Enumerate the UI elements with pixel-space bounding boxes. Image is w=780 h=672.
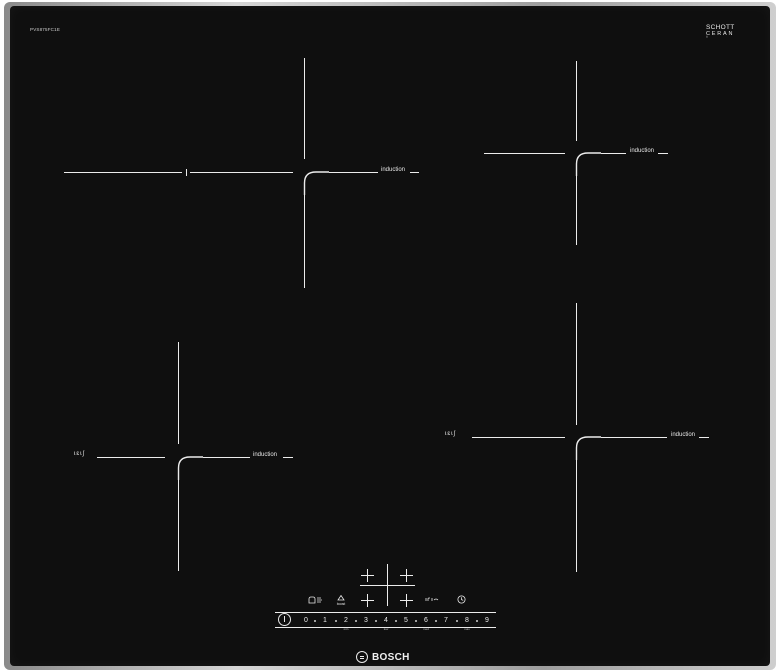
zone4-flex-marker: ɩ ɛ ɩ ʃ xyxy=(445,431,455,437)
slider-dot xyxy=(335,620,337,622)
zone1-vertical-bottom xyxy=(304,195,306,288)
zone4-curve xyxy=(575,436,601,460)
bosch-logo: BOSCH xyxy=(356,651,410,663)
timer-button[interactable] xyxy=(455,595,467,606)
plus-icon-v xyxy=(367,569,369,582)
boost-label: boost xyxy=(336,602,346,606)
plus-icon-v xyxy=(406,569,408,582)
zone4-right-end xyxy=(699,437,709,439)
power-level-3[interactable]: 3 xyxy=(361,617,371,624)
zone2-induction-label: induction xyxy=(630,148,655,154)
zone4-vertical-bottom xyxy=(576,460,578,572)
slider-top-rule xyxy=(275,612,496,613)
zone2-vertical-top xyxy=(576,61,578,141)
power-level-0[interactable]: 0 xyxy=(301,617,311,624)
zone4-left-line xyxy=(472,437,565,439)
zone-select-rear-left-button[interactable] xyxy=(361,569,374,582)
selector-horizontal xyxy=(360,585,415,587)
clock-icon xyxy=(457,595,465,604)
zone-select-rear-right-button[interactable] xyxy=(400,569,413,582)
zone1-right-line xyxy=(329,172,378,174)
schott-logo-line3: ® xyxy=(706,36,708,39)
slider-sub-min: min xyxy=(343,627,349,631)
model-code: PVS875FC1E xyxy=(30,27,61,32)
ceramic-glass-surface xyxy=(10,6,770,666)
zone1-right-end xyxy=(410,172,419,174)
zone1-induction-label: induction xyxy=(381,167,406,173)
power-level-1[interactable]: 1 xyxy=(320,617,330,624)
zone2-right-end xyxy=(658,153,668,155)
zone3-vertical-top xyxy=(178,342,180,444)
zone4-induction-label: induction xyxy=(671,432,696,438)
slider-dot xyxy=(476,620,478,622)
boost-button[interactable]: boost xyxy=(333,594,349,606)
zone2-left-line xyxy=(484,153,565,155)
slider-dot xyxy=(395,620,397,622)
power-level-5[interactable]: 5 xyxy=(401,617,411,624)
zone3-flex-marker: ɩ ɛ ɩ ʃ xyxy=(74,451,84,457)
power-level-9[interactable]: 9 xyxy=(482,617,492,624)
slider-dot xyxy=(355,620,357,622)
zone3-left-line xyxy=(97,457,165,459)
power-level-6[interactable]: 6 xyxy=(421,617,431,624)
flex-icon xyxy=(425,597,439,601)
zone-select-front-left-button[interactable] xyxy=(361,594,374,607)
slider-dot xyxy=(456,620,458,622)
power-level-4[interactable]: 4 xyxy=(381,617,391,624)
zone4-right-line xyxy=(601,437,667,439)
power-level-2[interactable]: 2 xyxy=(341,617,351,624)
zone4-vertical-top xyxy=(576,303,578,425)
power-level-7[interactable]: 7 xyxy=(441,617,451,624)
zone1-left-line-a xyxy=(64,172,182,174)
boost-icon xyxy=(337,594,345,601)
slider-dot xyxy=(435,620,437,622)
zone1-left-line-b xyxy=(190,172,293,174)
brand-name: BOSCH xyxy=(372,651,410,663)
zone1-curve xyxy=(303,171,329,195)
main-power-button[interactable] xyxy=(278,613,291,626)
zone1-vertical-top xyxy=(304,58,306,159)
zone2-curve xyxy=(575,152,601,176)
zone3-vertical-bottom xyxy=(178,480,180,571)
zone2-vertical-bottom xyxy=(576,176,578,245)
slider-sub-low: low xyxy=(383,627,389,631)
zone3-induction-label: induction xyxy=(253,452,278,458)
zone1-left-tick xyxy=(186,169,188,176)
slider-dot xyxy=(314,620,316,622)
zone3-right-end xyxy=(283,457,293,459)
zone-select-front-right-button[interactable] xyxy=(400,594,413,607)
pan-detection-button[interactable] xyxy=(306,596,324,606)
slider-dot xyxy=(375,620,377,622)
zone2-right-line xyxy=(601,153,626,155)
zone3-right-line xyxy=(203,457,250,459)
bosch-armature-icon xyxy=(356,651,368,663)
zone3-curve xyxy=(177,456,203,480)
pan-detection-icon xyxy=(308,596,322,604)
plus-icon-v xyxy=(367,594,369,607)
schott-ceran-logo: SCHOTT CERAN ® xyxy=(706,24,756,40)
power-level-8[interactable]: 8 xyxy=(462,617,472,624)
slider-sub-max: max xyxy=(464,627,470,631)
power-icon xyxy=(283,616,285,622)
plus-icon-v xyxy=(406,594,408,607)
flexinduction-button[interactable] xyxy=(424,597,440,604)
slider-dot xyxy=(415,620,417,622)
slider-sub-med: med xyxy=(423,627,429,631)
